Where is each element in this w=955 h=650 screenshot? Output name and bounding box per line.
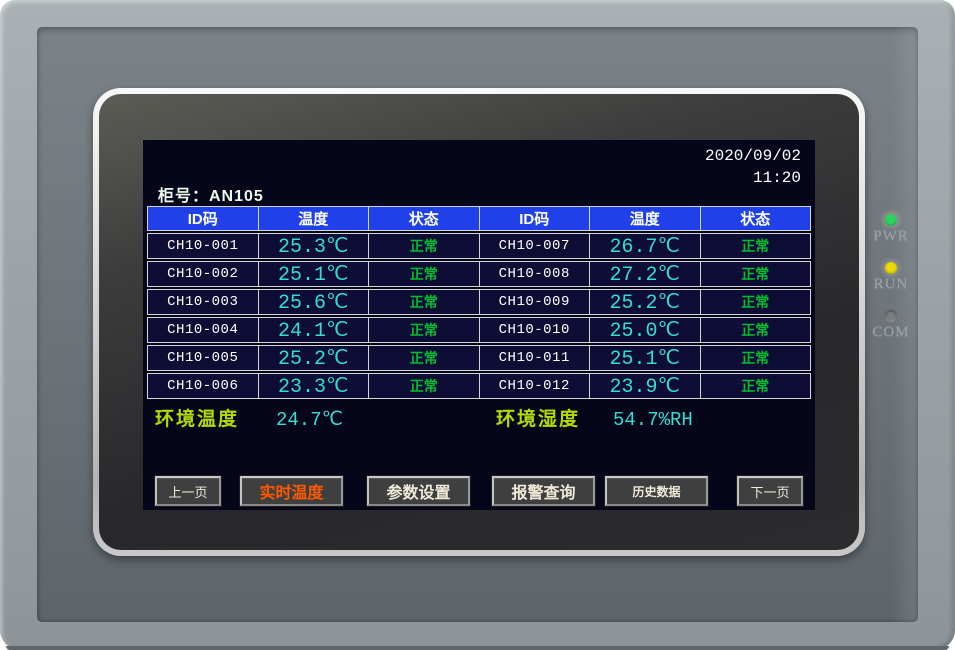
- power-led-icon: [885, 214, 897, 226]
- temperature-cell: 23.3℃: [259, 374, 370, 398]
- temperature-cell: 24.1℃: [259, 318, 370, 342]
- table-header-cell: 温度: [259, 207, 370, 230]
- temperature-cell: 25.2℃: [259, 346, 370, 370]
- temperature-cell: 25.2℃: [590, 290, 701, 314]
- temperature-cell: 26.7℃: [590, 234, 701, 258]
- com-led-icon: [885, 310, 897, 322]
- table-header-cell: 温度: [590, 207, 701, 230]
- run-led-icon: [885, 262, 897, 274]
- status-cell: 正常: [369, 318, 480, 342]
- cabinet-id-label: 柜号：AN105: [158, 182, 264, 206]
- channel-id-cell: CH10-012: [480, 374, 591, 398]
- table-row: CH10-00125.3℃正常CH10-00726.7℃正常: [147, 233, 811, 259]
- channel-id-cell: CH10-005: [148, 346, 259, 370]
- table-header-cell: 状态: [701, 207, 811, 230]
- history-data-button[interactable]: 历史数据: [605, 476, 708, 506]
- temperature-cell: 27.2℃: [590, 262, 701, 286]
- status-cell: 正常: [369, 234, 480, 258]
- status-cell: 正常: [369, 374, 480, 398]
- channel-id-cell: CH10-001: [148, 234, 259, 258]
- status-led-column: PWR RUN COM: [864, 214, 918, 358]
- status-cell: 正常: [369, 290, 480, 314]
- table-row: CH10-00525.2℃正常CH10-01125.1℃正常: [147, 345, 811, 371]
- run-led-label: RUN: [874, 276, 909, 293]
- status-cell: 正常: [701, 234, 811, 258]
- ambient-humidity-value: 54.7%RH: [613, 408, 693, 432]
- channel-id-cell: CH10-006: [148, 374, 259, 398]
- channel-id-cell: CH10-003: [148, 290, 259, 314]
- next-page-button[interactable]: 下一页: [737, 476, 803, 506]
- status-cell: 正常: [701, 262, 811, 286]
- power-led-group: PWR: [864, 214, 918, 245]
- channel-id-cell: CH10-004: [148, 318, 259, 342]
- time-display: 11:20: [753, 169, 801, 187]
- lcd-screen: 2020/09/02 11:20 柜号：AN105 ID码温度状态ID码温度状态…: [143, 140, 815, 510]
- status-cell: 正常: [369, 346, 480, 370]
- status-cell: 正常: [369, 262, 480, 286]
- temperature-cell: 25.6℃: [259, 290, 370, 314]
- status-cell: 正常: [701, 346, 811, 370]
- table-row: CH10-00325.6℃正常CH10-00925.2℃正常: [147, 289, 811, 315]
- table-header-row: ID码温度状态ID码温度状态: [147, 206, 811, 231]
- table-row: CH10-00623.3℃正常CH10-01223.9℃正常: [147, 373, 811, 399]
- com-led-label: COM: [872, 324, 909, 341]
- temperature-cell: 25.3℃: [259, 234, 370, 258]
- prev-page-button[interactable]: 上一页: [155, 476, 221, 506]
- table-row: CH10-00225.1℃正常CH10-00827.2℃正常: [147, 261, 811, 287]
- param-settings-button[interactable]: 参数设置: [367, 476, 470, 506]
- table-body: CH10-00125.3℃正常CH10-00726.7℃正常CH10-00225…: [147, 233, 811, 399]
- realtime-temp-button[interactable]: 实时温度: [240, 476, 343, 506]
- temperature-cell: 25.0℃: [590, 318, 701, 342]
- ambient-temp-value: 24.7℃: [276, 408, 343, 432]
- ambient-temp-label: 环境温度: [155, 408, 239, 432]
- channel-id-cell: CH10-009: [480, 290, 591, 314]
- status-cell: 正常: [701, 374, 811, 398]
- table-header-cell: ID码: [480, 207, 591, 230]
- com-led-group: COM: [864, 310, 918, 341]
- table-header-cell: ID码: [148, 207, 259, 230]
- channel-id-cell: CH10-008: [480, 262, 591, 286]
- temperature-cell: 23.9℃: [590, 374, 701, 398]
- channel-table: ID码温度状态ID码温度状态 CH10-00125.3℃正常CH10-00726…: [147, 206, 811, 401]
- date-display: 2020/09/02: [705, 147, 801, 165]
- power-led-label: PWR: [873, 228, 909, 245]
- ambient-readings: 环境温度 24.7℃ 环境湿度 54.7%RH: [143, 408, 815, 432]
- ambient-humidity-label: 环境湿度: [496, 408, 580, 432]
- run-led-group: RUN: [864, 262, 918, 293]
- channel-id-cell: CH10-010: [480, 318, 591, 342]
- alarm-query-button[interactable]: 报警查询: [492, 476, 595, 506]
- hmi-device: 2020/09/02 11:20 柜号：AN105 ID码温度状态ID码温度状态…: [0, 0, 955, 650]
- status-cell: 正常: [701, 290, 811, 314]
- status-cell: 正常: [701, 318, 811, 342]
- temperature-cell: 25.1℃: [590, 346, 701, 370]
- channel-id-cell: CH10-007: [480, 234, 591, 258]
- table-header-cell: 状态: [369, 207, 480, 230]
- channel-id-cell: CH10-011: [480, 346, 591, 370]
- temperature-cell: 25.1℃: [259, 262, 370, 286]
- table-row: CH10-00424.1℃正常CH10-01025.0℃正常: [147, 317, 811, 343]
- channel-id-cell: CH10-002: [148, 262, 259, 286]
